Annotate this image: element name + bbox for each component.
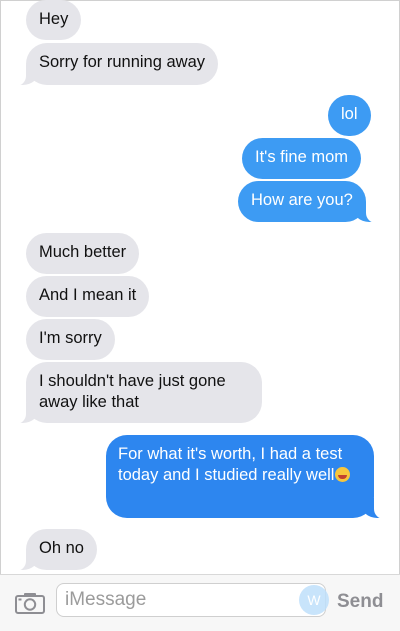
message-text: lol — [341, 105, 358, 123]
laughing-emoji-icon — [335, 467, 351, 482]
camera-icon[interactable] — [15, 592, 45, 614]
message-bubble-incoming[interactable]: And I mean it — [26, 276, 150, 317]
message-input[interactable]: iMessage — [56, 583, 326, 617]
message-text: For what it's worth, I had a test today … — [118, 445, 343, 484]
message-bubble-incoming[interactable]: Hey — [26, 0, 82, 40]
message-text: I'm sorry — [39, 329, 102, 347]
message-bubble-outgoing[interactable]: How are you? — [238, 181, 378, 223]
message-text: How are you? — [251, 191, 353, 209]
message-text: Oh no — [39, 539, 84, 557]
message-bubble-incoming[interactable]: I'm sorry — [26, 319, 115, 360]
message-text: And I mean it — [39, 286, 137, 304]
message-text: Sorry for running away — [39, 53, 205, 71]
message-bubble-outgoing[interactable]: lol — [328, 95, 371, 136]
send-button[interactable]: Send — [337, 591, 383, 613]
watermark-icon: W — [299, 585, 329, 615]
message-bubble-outgoing[interactable]: For what it's worth, I had a test today … — [106, 435, 386, 519]
message-input-placeholder: iMessage — [65, 589, 147, 610]
message-bubble-outgoing[interactable]: It's fine mom — [242, 138, 362, 179]
message-text: Much better — [39, 243, 127, 261]
message-text: Hey — [39, 10, 69, 28]
message-text: It's fine mom — [255, 148, 349, 166]
watermark-glyph: W — [307, 592, 321, 608]
message-bubble-incoming[interactable]: Oh no — [14, 529, 97, 571]
message-bubble-incoming[interactable]: Much better — [26, 233, 140, 274]
message-bubble-incoming[interactable]: I shouldn't have just gone away like tha… — [14, 362, 262, 424]
message-input-bar: iMessage W Send — [0, 574, 400, 631]
message-bubble-incoming[interactable]: Sorry for running away — [14, 43, 218, 86]
message-text: I shouldn't have just gone away like tha… — [39, 372, 226, 411]
